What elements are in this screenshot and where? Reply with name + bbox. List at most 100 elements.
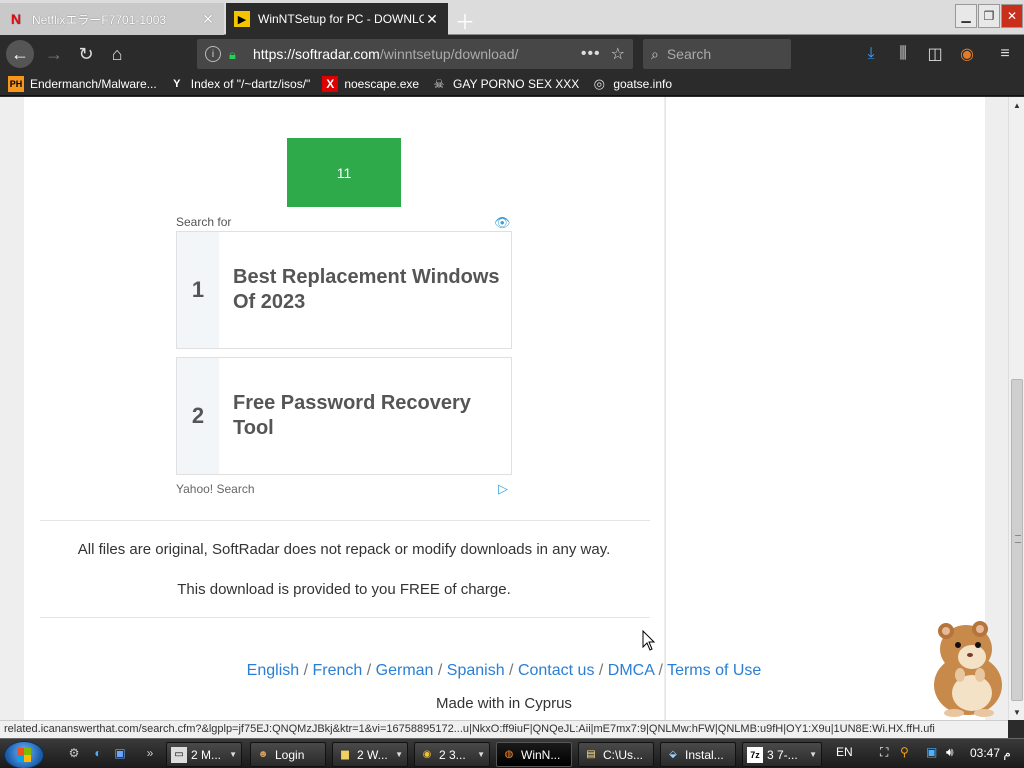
scrollbar-thumb[interactable]: [1011, 379, 1023, 701]
footer-link-german[interactable]: German: [376, 662, 434, 679]
new-tab-button[interactable]: ＋: [455, 6, 475, 35]
netflix-icon: N: [10, 11, 22, 27]
nav-bar: ← → ↻ ⌂ i 🔒︎ https://softradar.com/winnt…: [0, 36, 1024, 72]
mouse-cursor-icon: [642, 630, 656, 651]
page-actions-icon[interactable]: •••: [581, 45, 601, 63]
ad-result-2[interactable]: 2 Free Password Recovery Tool: [176, 357, 512, 475]
footer-link-french[interactable]: French: [313, 662, 363, 679]
windows-logo-icon: [17, 748, 31, 762]
bookmarks-bar: PH Endermanch/Malware... Y Index of "/~d…: [0, 72, 1024, 96]
divider: [40, 520, 650, 521]
bookmark-item[interactable]: ◎ goatse.info: [591, 76, 672, 92]
taskbar-item[interactable]: ⬙ Instal...: [660, 742, 736, 767]
hamster-mascot-icon: [934, 621, 1002, 717]
ad-info-icon[interactable]: ▷: [498, 481, 508, 497]
tray-volume-icon[interactable]: 🔊︎: [946, 745, 954, 760]
ad-text: Best Replacement Windows Of 2023: [233, 266, 500, 313]
7zip-icon: 7z: [747, 746, 763, 763]
taskbar-item[interactable]: ◉ 2 3... ▼: [414, 742, 490, 767]
quick-launch-icon[interactable]: ⚙: [66, 745, 82, 761]
status-bar: related.icananswerthat.com/search.cfm?&l…: [0, 720, 1008, 738]
firefox-icon: ◍: [504, 749, 514, 760]
close-tab-icon[interactable]: ✕: [200, 11, 216, 28]
skull-icon: ☠: [433, 76, 445, 91]
lock-icon: 🔒︎: [229, 47, 236, 62]
taskbar-item[interactable]: 7z 3 7-... ▼: [742, 742, 822, 767]
url-text[interactable]: https://softradar.com/winntsetup/downloa…: [253, 46, 575, 62]
installer-icon: ⬙: [669, 749, 677, 760]
taskbar-item[interactable]: ▭ 2 M... ▼: [166, 742, 242, 767]
library-icon[interactable]: ⫼: [893, 44, 913, 64]
folder-icon: ▆: [341, 749, 349, 760]
restore-button[interactable]: ❐: [978, 4, 1000, 28]
softradar-icon: ▶: [234, 11, 250, 27]
taskbar-item[interactable]: ▤ C:\Us...: [578, 742, 654, 767]
home-button[interactable]: ⌂: [103, 40, 131, 68]
footer-link-dmca[interactable]: DMCA: [608, 662, 654, 679]
taskbar-item[interactable]: ☻ Login: [250, 742, 326, 767]
language-indicator[interactable]: EN: [836, 745, 853, 759]
bookmark-star-icon[interactable]: ☆: [611, 44, 625, 64]
extension-icon[interactable]: ◉: [957, 44, 977, 64]
yahoo-search-label: Yahoo! Search: [176, 482, 255, 496]
user-icon: ☻: [257, 749, 269, 760]
page-scrollbar[interactable]: ▲ ▼: [1008, 97, 1024, 720]
desktop-quick-launch-icon[interactable]: ▣: [112, 745, 128, 761]
footer-link-spanish[interactable]: Spanish: [447, 662, 505, 679]
globe-icon: ◎: [593, 75, 605, 91]
sidebar-icon[interactable]: ◫: [925, 44, 945, 64]
search-for-label: Search for: [176, 215, 232, 229]
taskbar-clock[interactable]: 03:47 م: [970, 746, 1011, 760]
scroll-down-arrow-icon[interactable]: ▼: [1009, 704, 1024, 720]
yc-icon: Y: [173, 77, 181, 90]
taskbar-item[interactable]: ▆ 2 W... ▼: [332, 742, 408, 767]
start-button[interactable]: [4, 741, 44, 768]
tab-label: NetflixエラーF7701-1003: [32, 12, 167, 27]
back-button[interactable]: ←: [6, 40, 34, 68]
info-icon[interactable]: i: [205, 46, 221, 62]
footer-links: English / French / German / Spanish / Co…: [246, 662, 762, 679]
forward-button[interactable]: →: [40, 40, 68, 68]
main-content: 11 Search for 👁︎ 1 Best Replacement Wind…: [24, 97, 664, 720]
window-icon: ▭: [171, 746, 187, 763]
divider: [40, 617, 650, 618]
ph-icon: PH: [8, 75, 24, 92]
original-files-note: All files are original, SoftRadar does n…: [77, 541, 611, 558]
close-window-button[interactable]: ✕: [1001, 4, 1023, 28]
address-bar[interactable]: i 🔒︎ https://softradar.com/winntsetup/do…: [197, 39, 633, 69]
countdown-box: 11: [287, 138, 401, 207]
tray-display-icon[interactable]: ▣: [926, 745, 937, 759]
footer-link-contact[interactable]: Contact us: [518, 662, 594, 679]
search-bar[interactable]: ⌕ Search: [643, 39, 791, 69]
ad-result-1[interactable]: 1 Best Replacement Windows Of 2023: [176, 231, 512, 349]
made-with-text: Made with in Cyprus: [436, 695, 572, 712]
minimize-button[interactable]: ▁: [955, 4, 977, 28]
bookmark-item[interactable]: PH Endermanch/Malware...: [8, 75, 157, 92]
download-icon[interactable]: ⤓: [861, 44, 881, 64]
close-tab-icon[interactable]: ✕: [424, 11, 440, 28]
tab-netflix[interactable]: N NetflixエラーF7701-1003 ✕: [0, 3, 224, 35]
tab-winntsetup[interactable]: ▶ WinNTSetup for PC - DOWNLOAD ✕: [226, 3, 448, 35]
footer-link-terms[interactable]: Terms of Use: [667, 662, 761, 679]
taskbar-item-active[interactable]: ◍ WinN...: [496, 742, 572, 767]
tray-network-icon[interactable]: ⛶: [880, 745, 888, 760]
ad-number: 2: [177, 358, 219, 474]
free-download-note: This download is provided to you FREE of…: [177, 581, 511, 598]
web-page: 11 Search for 👁︎ 1 Best Replacement Wind…: [0, 97, 1008, 720]
notepad-icon: ▤: [586, 749, 596, 760]
quick-launch-more-icon[interactable]: »: [142, 745, 158, 761]
tab-strip: N NetflixエラーF7701-1003 ✕ ▶ WinNTSetup fo…: [0, 0, 1024, 35]
scroll-up-arrow-icon[interactable]: ▲: [1009, 97, 1024, 113]
footer-link-english[interactable]: English: [247, 662, 299, 679]
menu-icon[interactable]: ≡: [995, 44, 1015, 64]
bookmark-item[interactable]: X noescape.exe: [322, 75, 419, 92]
ad-choices-icon[interactable]: 👁︎: [494, 215, 511, 231]
search-icon: ⌕: [651, 45, 659, 62]
bookmark-item[interactable]: Y Index of "/~dartz/isos/": [169, 76, 310, 92]
tray-search-icon[interactable]: ⚲: [900, 745, 909, 759]
x-icon: X: [322, 75, 339, 92]
ie-quick-launch-icon[interactable]: ◐: [90, 745, 106, 761]
reload-button[interactable]: ↻: [72, 40, 100, 68]
chrome-icon: ◉: [422, 749, 432, 760]
bookmark-item[interactable]: ☠ GAY PORNO SEX XXX: [431, 76, 580, 92]
